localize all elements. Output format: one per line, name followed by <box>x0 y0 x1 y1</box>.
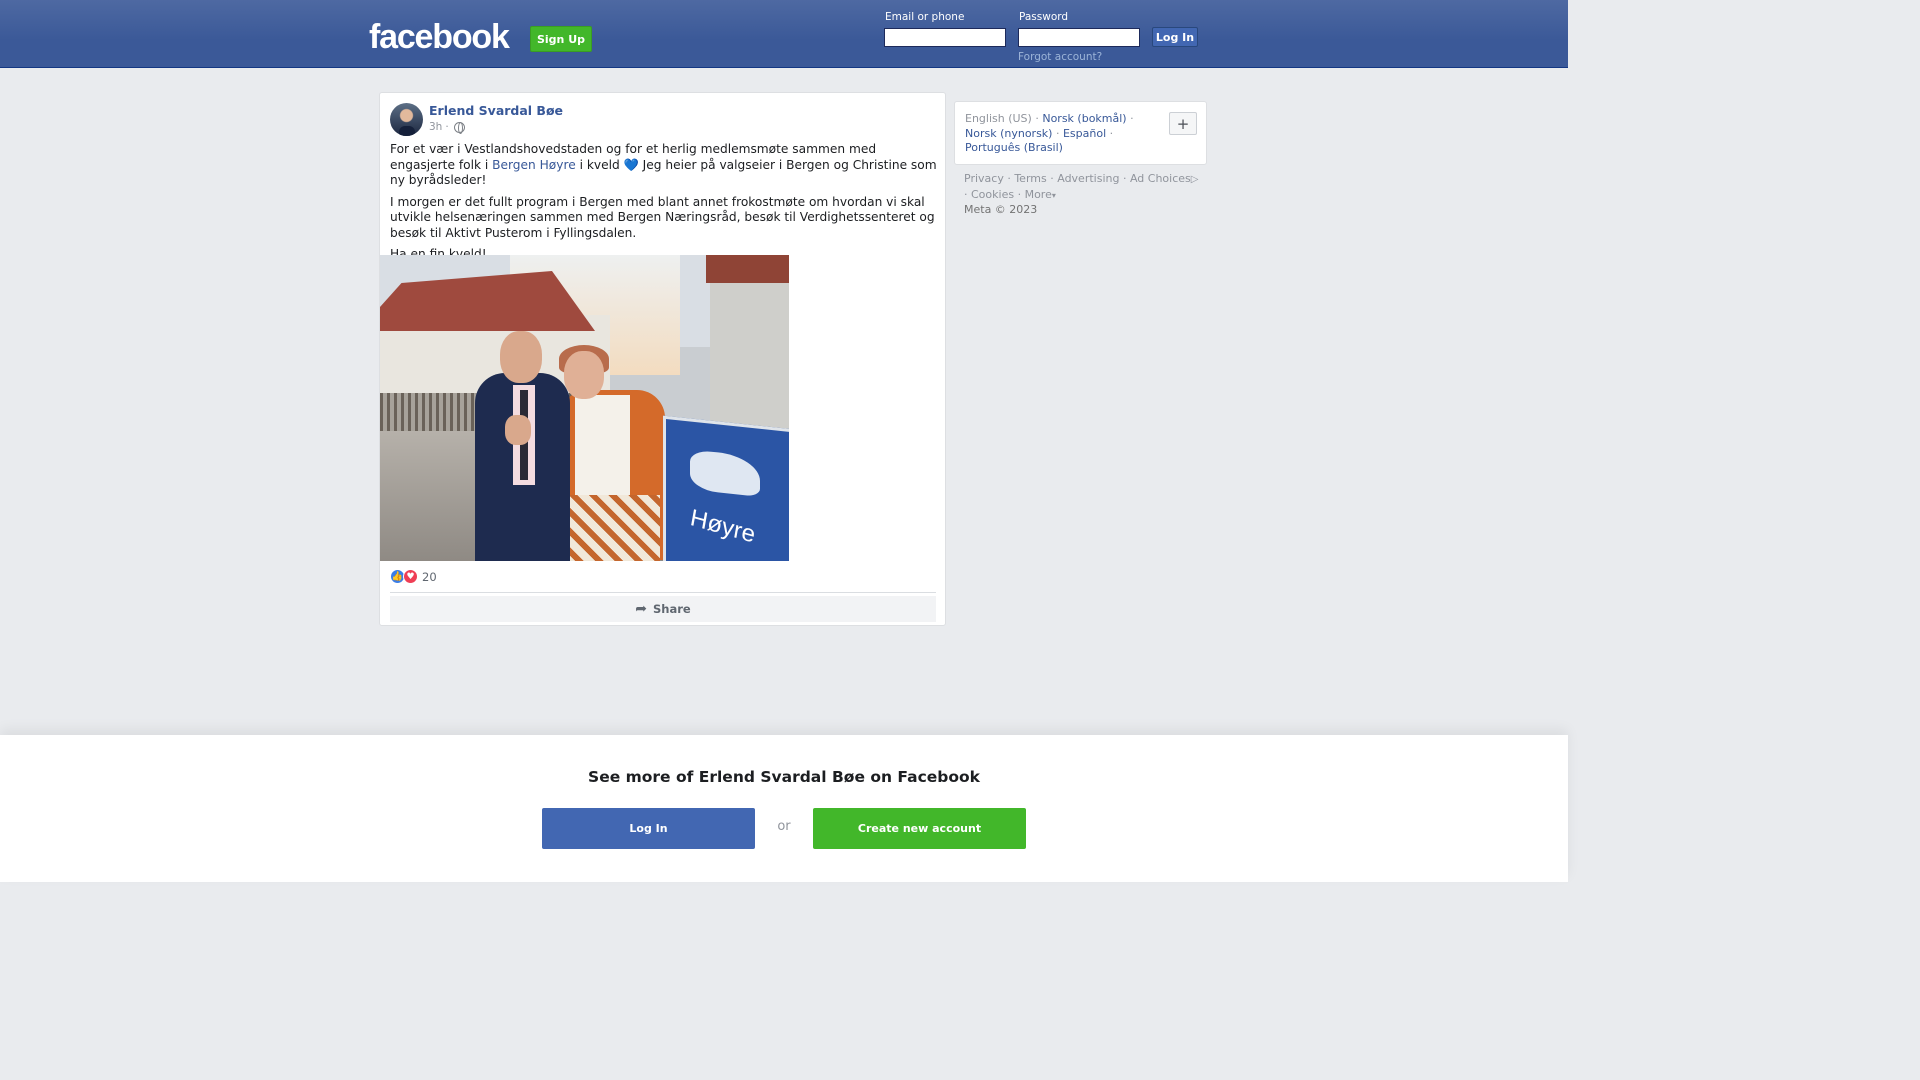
forgot-account-link[interactable]: Forgot account? <box>1018 51 1102 63</box>
hoyre-sign-text: Høyre <box>688 504 758 549</box>
add-language-button[interactable]: + <box>1169 112 1197 135</box>
avatar[interactable] <box>390 103 423 136</box>
language-portugues-brasil[interactable]: Português (Brasil) <box>965 141 1063 154</box>
post-text-segment: i kveld <box>575 157 624 172</box>
banner-or-text: or <box>777 819 791 834</box>
globe-icon <box>453 121 465 134</box>
language-english-us: English (US) <box>965 112 1032 125</box>
language-norsk-bokmal[interactable]: Norsk (bokmål) <box>1042 112 1126 125</box>
language-separator: · <box>1055 126 1060 140</box>
privacy-link[interactable]: Privacy <box>964 172 1004 185</box>
share-icon: ➦ <box>635 601 648 617</box>
language-separator: · <box>1109 126 1114 140</box>
ad-choices-icon: ▷ <box>1190 174 1199 185</box>
email-label: Email or phone <box>885 11 965 23</box>
share-label: Share <box>653 602 691 616</box>
photo-man-face <box>500 331 542 383</box>
photo-man-fist <box>505 415 531 445</box>
blue-heart-emoji-icon: 💙 <box>623 157 639 172</box>
more-link[interactable]: More <box>1025 188 1052 201</box>
banner-login-button[interactable]: Log In <box>542 808 755 849</box>
sign-up-button[interactable]: Sign Up <box>530 26 592 52</box>
footer-separator: · <box>1017 187 1022 201</box>
post-meta: 3h · <box>429 121 465 134</box>
reaction-summary[interactable]: 👍 ♥ 20 <box>390 569 437 584</box>
language-separator: · <box>1130 112 1134 125</box>
password-label: Password <box>1019 11 1069 23</box>
post-paragraph-2: I morgen er det fullt program i Bergen m… <box>390 194 935 240</box>
photo-building-roof-right <box>706 255 789 283</box>
banner-title: See more of Erlend Svardal Bøe on Facebo… <box>588 768 980 786</box>
email-input[interactable] <box>884 28 1006 47</box>
post-paragraph-1: For et vær i Vestlandshovedstaden og for… <box>390 142 940 189</box>
reaction-count: 20 <box>422 569 437 584</box>
footer-separator: · <box>1050 172 1054 185</box>
language-selector-box: English (US) · Norsk (bokmål) · Norsk (n… <box>954 101 1207 165</box>
photo-woman-face <box>564 351 604 399</box>
terms-link[interactable]: Terms <box>1014 172 1046 185</box>
post-timestamp[interactable]: 3h <box>429 121 442 133</box>
footer-links: Privacy · Terms · Advertising · Ad Choic… <box>964 172 1209 218</box>
photo-woman-blouse <box>575 395 630 505</box>
photo-hoyre-sign: Høyre <box>663 415 789 561</box>
language-espanol[interactable]: Español <box>1063 127 1106 140</box>
photo-woman-skirt <box>568 495 660 561</box>
post-actions-divider <box>390 592 936 593</box>
top-navbar: facebook Sign Up Email or phone Password… <box>0 0 1568 68</box>
footer-separator: · <box>1122 172 1127 185</box>
post-photo[interactable]: Høyre <box>380 255 789 561</box>
footer-separator: · <box>964 187 968 201</box>
meta-separator: · <box>445 121 449 133</box>
share-button[interactable]: ➦ Share <box>390 596 936 622</box>
hoyre-logo-flag <box>690 449 760 497</box>
login-prompt-banner: See more of Erlend Svardal Bøe on Facebo… <box>0 735 1568 882</box>
advertising-link[interactable]: Advertising <box>1057 172 1119 185</box>
language-norsk-nynorsk[interactable]: Norsk (nynorsk) <box>965 127 1052 140</box>
chevron-down-icon: ▾ <box>1051 190 1056 200</box>
cookies-link[interactable]: Cookies <box>971 188 1014 201</box>
facebook-logo[interactable]: facebook <box>369 18 510 57</box>
password-input[interactable] <box>1018 28 1140 47</box>
header-login-button[interactable]: Log In <box>1152 27 1198 47</box>
post-card: Erlend Svardal Bøe 3h · For et vær i Ves… <box>379 92 946 626</box>
language-list: English (US) · Norsk (bokmål) · Norsk (n… <box>965 112 1165 156</box>
footer-separator: · <box>1007 172 1011 185</box>
ad-choices-link[interactable]: Ad Choices <box>1130 172 1191 185</box>
bergen-hoyre-link[interactable]: Bergen Høyre <box>492 158 576 172</box>
create-account-button[interactable]: Create new account <box>813 808 1026 849</box>
language-separator: · <box>1035 112 1039 125</box>
post-body: For et vær i Vestlandshovedstaden og for… <box>390 142 940 269</box>
love-reaction-icon: ♥ <box>403 569 418 584</box>
copyright-text: Meta © 2023 <box>964 203 1038 216</box>
post-author-name[interactable]: Erlend Svardal Bøe <box>429 103 563 118</box>
